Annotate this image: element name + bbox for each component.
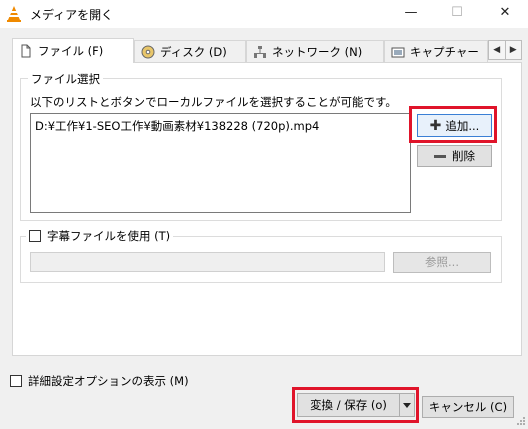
window-title: メディアを開く [30, 8, 114, 22]
resize-grip-icon[interactable] [514, 414, 526, 426]
disc-icon [141, 45, 155, 59]
list-item[interactable]: D:¥工作¥1-SEO工作¥動画素材¥138228 (720p).mp4 [35, 118, 406, 134]
file-icon [19, 44, 33, 58]
maximize-button[interactable]: ☐ [434, 0, 480, 28]
network-icon [253, 45, 267, 59]
highlight-convert-button [292, 387, 419, 423]
tab-disc[interactable]: ディスク (D) [134, 40, 246, 62]
browse-subtitle-button: 参照... [393, 252, 491, 273]
use-subtitle-label: 字幕ファイルを使用 (T) [47, 229, 171, 243]
advanced-options-label: 詳細設定オプションの表示 (M) [28, 374, 189, 388]
tab-label: ディスク (D) [160, 44, 227, 59]
remove-file-label: 削除 [452, 149, 475, 163]
tab-file[interactable]: ファイル (F) [12, 38, 134, 63]
advanced-options-row[interactable]: 詳細設定オプションの表示 (M) [10, 373, 189, 389]
file-selection-legend: ファイル選択 [28, 71, 103, 87]
highlight-add-button [409, 106, 497, 143]
use-subtitle-checkbox[interactable] [29, 230, 41, 242]
tab-label: ネットワーク (N) [272, 44, 363, 59]
advanced-options-checkbox[interactable] [10, 375, 22, 387]
remove-file-button[interactable]: 削除 [417, 145, 492, 167]
cancel-button[interactable]: キャンセル (C) [422, 396, 514, 418]
vlc-cone-icon [6, 5, 22, 23]
tab-scroll-buttons: ◀ ▶ [488, 40, 522, 60]
minus-icon [434, 154, 446, 158]
file-list[interactable]: D:¥工作¥1-SEO工作¥動画素材¥138228 (720p).mp4 [30, 113, 411, 213]
tab-network[interactable]: ネットワーク (N) [246, 40, 384, 62]
subtitle-file-input [30, 252, 385, 272]
file-selection-instruction: 以下のリストとボタンでローカルファイルを選択することが可能です。 [30, 95, 397, 109]
tab-label: キャプチャー [410, 44, 479, 59]
close-button[interactable]: ✕ [482, 0, 528, 28]
tab-scroll-right-button[interactable]: ▶ [506, 41, 522, 59]
minimize-button[interactable]: — [388, 0, 434, 28]
tab-capture[interactable]: キャプチャー [384, 40, 488, 62]
tab-scroll-left-button[interactable]: ◀ [489, 41, 506, 59]
tab-label: ファイル (F) [38, 44, 104, 58]
capture-icon [391, 45, 405, 59]
use-subtitle-checkbox-row[interactable]: 字幕ファイルを使用 (T) [26, 228, 174, 244]
